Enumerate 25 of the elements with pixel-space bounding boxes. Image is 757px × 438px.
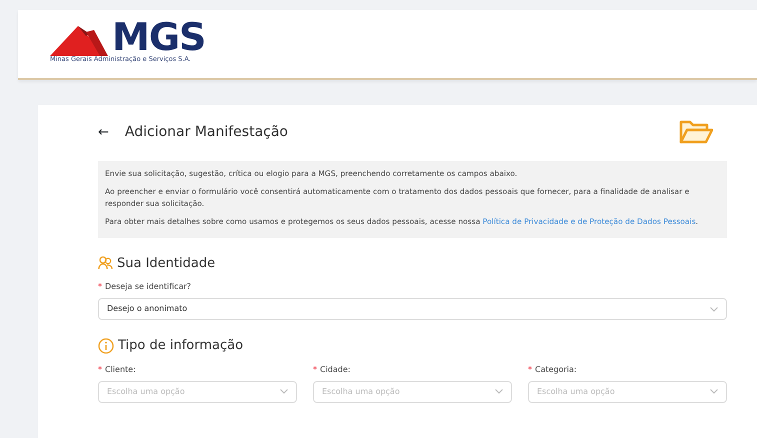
page-title: Adicionar Manifestação (124, 122, 288, 142)
folder-icon (679, 119, 713, 145)
field-label: Deseja se identificar? (105, 282, 191, 292)
required-mark: * (313, 364, 317, 374)
select-field[interactable]: Escolha uma opção (98, 380, 297, 403)
select-field[interactable]: Escolha uma opção (313, 380, 512, 403)
select-field[interactable]: Desejo o anonimato (98, 298, 727, 320)
select-field[interactable]: Escolha uma opção (528, 380, 727, 403)
chevron-down-icon (495, 389, 503, 394)
back-button[interactable]: ← (98, 126, 109, 138)
required-mark: * (98, 364, 102, 374)
info-icon (98, 338, 114, 354)
chevron-down-icon (710, 306, 718, 312)
logo-wordmark: MGS (112, 18, 206, 56)
required-mark: * (98, 282, 102, 292)
chevron-down-icon (280, 389, 288, 394)
field-label: Cliente: (105, 364, 136, 374)
required-mark: * (528, 364, 532, 374)
chevron-down-icon (710, 389, 718, 394)
section-heading: Tipo de informação (118, 337, 244, 356)
field-label: Cidade: (320, 364, 350, 374)
section-heading: Sua Identidade (117, 254, 216, 273)
users-icon (98, 256, 113, 270)
field-label: Categoria: (535, 364, 577, 374)
mountain-logo-icon (50, 26, 108, 56)
